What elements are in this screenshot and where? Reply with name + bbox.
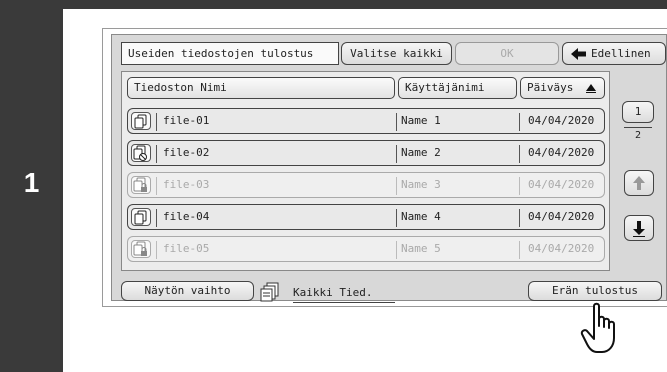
copy-document-icon (134, 114, 147, 129)
column-separator (519, 145, 520, 163)
batch-print-button[interactable]: Erän tulostus (528, 281, 662, 301)
user-name-cell: Name 4 (401, 210, 441, 223)
user-name-cell: Name 2 (401, 146, 441, 159)
file-name-cell: file-03 (163, 178, 210, 191)
column-separator (519, 113, 520, 131)
step-indicator: 1 (0, 0, 63, 372)
copy-locked-icon (133, 241, 147, 256)
scroll-up-button[interactable] (624, 170, 654, 196)
column-separator (396, 113, 397, 131)
row-icon-box (131, 144, 151, 162)
file-name-cell: file-04 (163, 210, 210, 223)
column-separator (396, 241, 397, 259)
file-row[interactable]: file-01 Name 1 04/04/2020 (127, 108, 605, 134)
copy-locked-icon (133, 177, 147, 192)
file-name-cell: file-01 (163, 114, 210, 127)
ok-button[interactable]: OK (455, 42, 559, 65)
sort-ascending-icon (586, 84, 596, 93)
column-separator (396, 177, 397, 195)
file-name-cell: file-02 (163, 146, 210, 159)
file-list: Tiedoston Nimi Käyttäjänimi Päiväys file… (121, 71, 610, 271)
page-total: 2 (634, 130, 642, 141)
date-cell: 04/04/2020 (528, 178, 595, 191)
column-separator (156, 177, 157, 195)
user-name-cell: Name 1 (401, 114, 441, 127)
copy-document-icon (134, 210, 147, 225)
column-separator (396, 145, 397, 163)
row-icon-box (131, 240, 151, 258)
date-cell: 04/04/2020 (528, 210, 595, 223)
column-separator (519, 177, 520, 195)
column-separator (156, 145, 157, 163)
date-cell: 04/04/2020 (528, 242, 595, 255)
column-header-date[interactable]: Päiväys (520, 77, 605, 99)
back-button[interactable]: Edellinen (562, 42, 666, 65)
file-type-icon (260, 282, 279, 302)
column-separator (396, 209, 397, 227)
switch-view-button[interactable]: Näytön vaihto (121, 281, 254, 301)
row-icon-box (131, 112, 151, 130)
date-cell: 04/04/2020 (528, 114, 595, 127)
file-row[interactable]: file-04 Name 4 04/04/2020 (127, 204, 605, 230)
file-filter-field[interactable]: Kaikki Tied. (293, 283, 395, 303)
touch-panel-screen: Useiden tiedostojen tulostus Valitse kai… (102, 28, 667, 307)
print-batch-dialog: Useiden tiedostojen tulostus Valitse kai… (111, 34, 667, 303)
column-separator (156, 209, 157, 227)
row-icon-box (131, 176, 151, 194)
column-header-user-name[interactable]: Käyttäjänimi (398, 77, 517, 99)
scroll-down-button[interactable] (624, 215, 654, 241)
hand-pointer-icon (580, 302, 615, 353)
file-row[interactable]: file-02 Name 2 04/04/2020 (127, 140, 605, 166)
column-separator (156, 241, 157, 259)
page-number-button[interactable]: 1 (622, 101, 654, 123)
file-row[interactable]: file-03 Name 3 04/04/2020 (127, 172, 605, 198)
file-name-cell: file-05 (163, 242, 210, 255)
column-header-date-label: Päiväys (527, 81, 574, 94)
row-icon-box (131, 208, 151, 226)
column-header-file-name[interactable]: Tiedoston Nimi (127, 77, 395, 99)
user-name-cell: Name 3 (401, 178, 441, 191)
column-separator (519, 209, 520, 227)
user-name-cell: Name 5 (401, 242, 441, 255)
page-divider (624, 127, 652, 128)
dialog-title: Useiden tiedostojen tulostus (121, 42, 339, 65)
arrow-up-icon (633, 176, 645, 190)
file-row[interactable]: file-05 Name 5 04/04/2020 (127, 236, 605, 262)
top-frame-bar (63, 0, 667, 9)
date-cell: 04/04/2020 (528, 146, 595, 159)
column-separator (156, 113, 157, 131)
arrow-left-icon (571, 48, 586, 60)
step-number: 1 (23, 167, 40, 198)
back-button-label: Edellinen (591, 47, 651, 60)
arrow-down-icon (633, 221, 645, 237)
select-all-button[interactable]: Valitse kaikki (341, 42, 452, 65)
copy-blocked-icon (133, 145, 147, 161)
column-separator (519, 241, 520, 259)
